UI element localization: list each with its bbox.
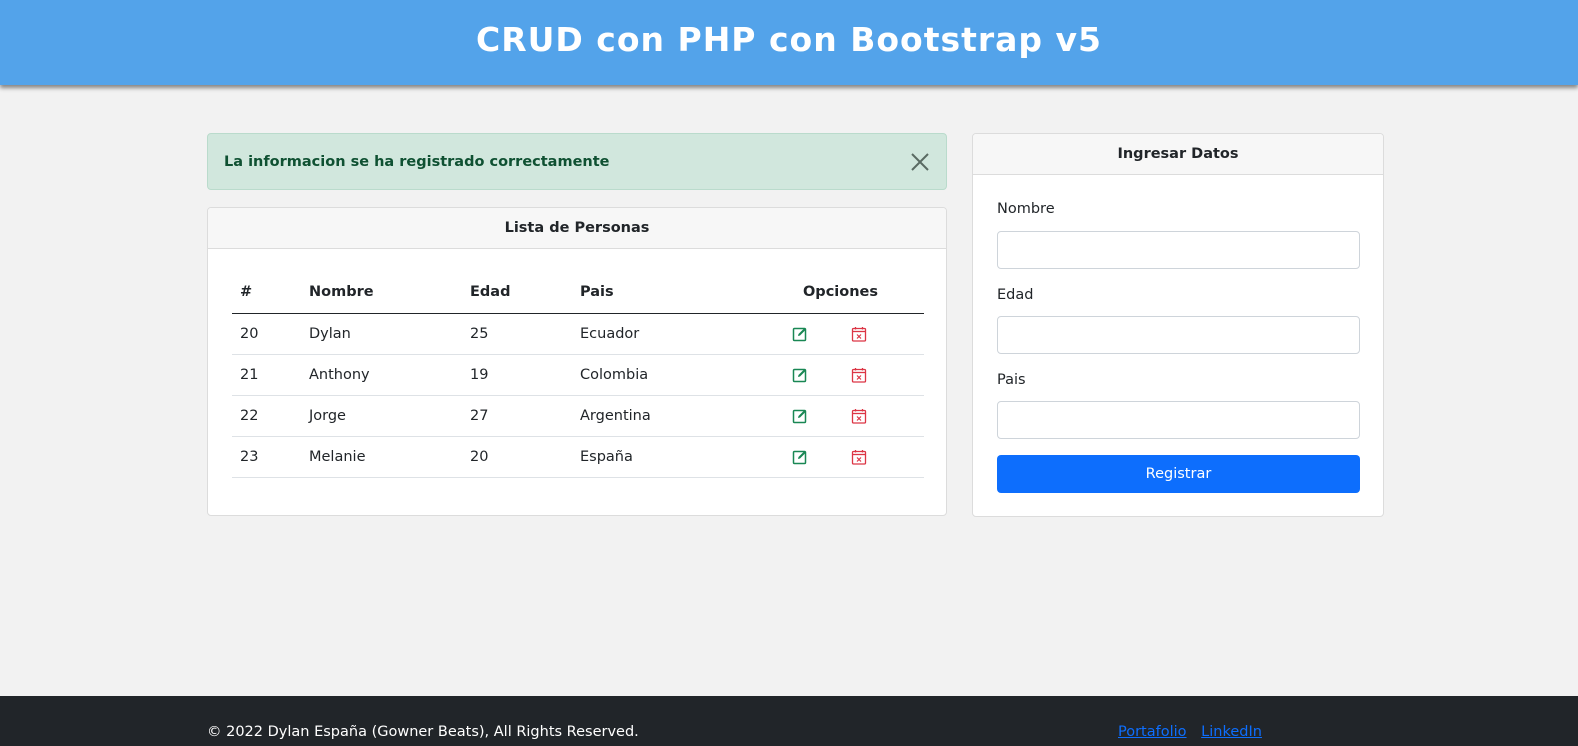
pais-label: Pais xyxy=(997,372,1026,388)
cell-edad: 20 xyxy=(462,436,572,478)
success-alert: La informacion se ha registrado correcta… xyxy=(207,133,947,190)
edad-label: Edad xyxy=(997,287,1034,303)
cell-opciones xyxy=(757,354,924,396)
table-row: 23 Melanie 20 España xyxy=(232,436,924,478)
footer-copyright: © 2022 Dylan España (Gowner Beats), All … xyxy=(207,724,639,740)
cell-opciones xyxy=(757,436,924,478)
cell-nombre: Jorge xyxy=(301,395,462,437)
cell-opciones xyxy=(757,313,924,355)
column-header-nombre: Nombre xyxy=(301,272,462,314)
table-row: 21 Anthony 19 Colombia xyxy=(232,354,924,396)
linkedin-link[interactable]: LinkedIn xyxy=(1201,724,1262,740)
registrar-button[interactable]: Registrar xyxy=(997,455,1360,493)
people-list-card: Lista de Personas # Nombre Edad Pais Opc… xyxy=(207,207,947,516)
delete-calendar-icon[interactable] xyxy=(851,449,867,465)
table-row: 22 Jorge 27 Argentina xyxy=(232,395,924,437)
cell-id: 23 xyxy=(232,436,301,478)
pais-input[interactable] xyxy=(997,401,1360,439)
cell-nombre: Melanie xyxy=(301,436,462,478)
table-header-row: # Nombre Edad Pais Opciones xyxy=(232,272,924,314)
edad-input[interactable] xyxy=(997,316,1360,354)
nombre-input[interactable] xyxy=(997,231,1360,269)
cell-pais: Colombia xyxy=(572,354,757,396)
page-title: CRUD con PHP con Bootstrap v5 xyxy=(475,20,1103,59)
list-card-header: Lista de Personas xyxy=(208,208,946,249)
cell-edad: 19 xyxy=(462,354,572,396)
page-footer: © 2022 Dylan España (Gowner Beats), All … xyxy=(0,696,1578,746)
page-header: CRUD con PHP con Bootstrap v5 xyxy=(0,0,1578,85)
cell-id: 22 xyxy=(232,395,301,437)
data-entry-card: Ingresar Datos Nombre Edad Pais Registra… xyxy=(972,133,1384,517)
edit-icon[interactable] xyxy=(792,449,808,465)
people-table: # Nombre Edad Pais Opciones 20 Dylan 25 Ecu… xyxy=(232,272,924,478)
cell-pais: Ecuador xyxy=(572,313,757,355)
cell-id: 20 xyxy=(232,313,301,355)
cell-pais: España xyxy=(572,436,757,478)
delete-calendar-icon[interactable] xyxy=(851,326,867,342)
footer-links: Portafolio LinkedIn xyxy=(1118,724,1272,740)
cell-pais: Argentina xyxy=(572,395,757,437)
edit-icon[interactable] xyxy=(792,326,808,342)
cell-edad: 27 xyxy=(462,395,572,437)
edit-icon[interactable] xyxy=(792,367,808,383)
cell-nombre: Dylan xyxy=(301,313,462,355)
column-header-edad: Edad xyxy=(462,272,572,314)
form-card-header: Ingresar Datos xyxy=(973,134,1383,175)
close-icon[interactable] xyxy=(910,152,930,172)
delete-calendar-icon[interactable] xyxy=(851,367,867,383)
column-header-pais: Pais xyxy=(572,272,757,314)
cell-id: 21 xyxy=(232,354,301,396)
column-header-opciones: Opciones xyxy=(757,272,924,314)
edit-icon[interactable] xyxy=(792,408,808,424)
nombre-label: Nombre xyxy=(997,201,1055,217)
alert-message: La informacion se ha registrado correcta… xyxy=(224,153,610,170)
delete-calendar-icon[interactable] xyxy=(851,408,867,424)
cell-nombre: Anthony xyxy=(301,354,462,396)
portafolio-link[interactable]: Portafolio xyxy=(1118,724,1187,740)
cell-opciones xyxy=(757,395,924,437)
column-header-id: # xyxy=(232,272,301,314)
cell-edad: 25 xyxy=(462,313,572,355)
table-row: 20 Dylan 25 Ecuador xyxy=(232,313,924,355)
